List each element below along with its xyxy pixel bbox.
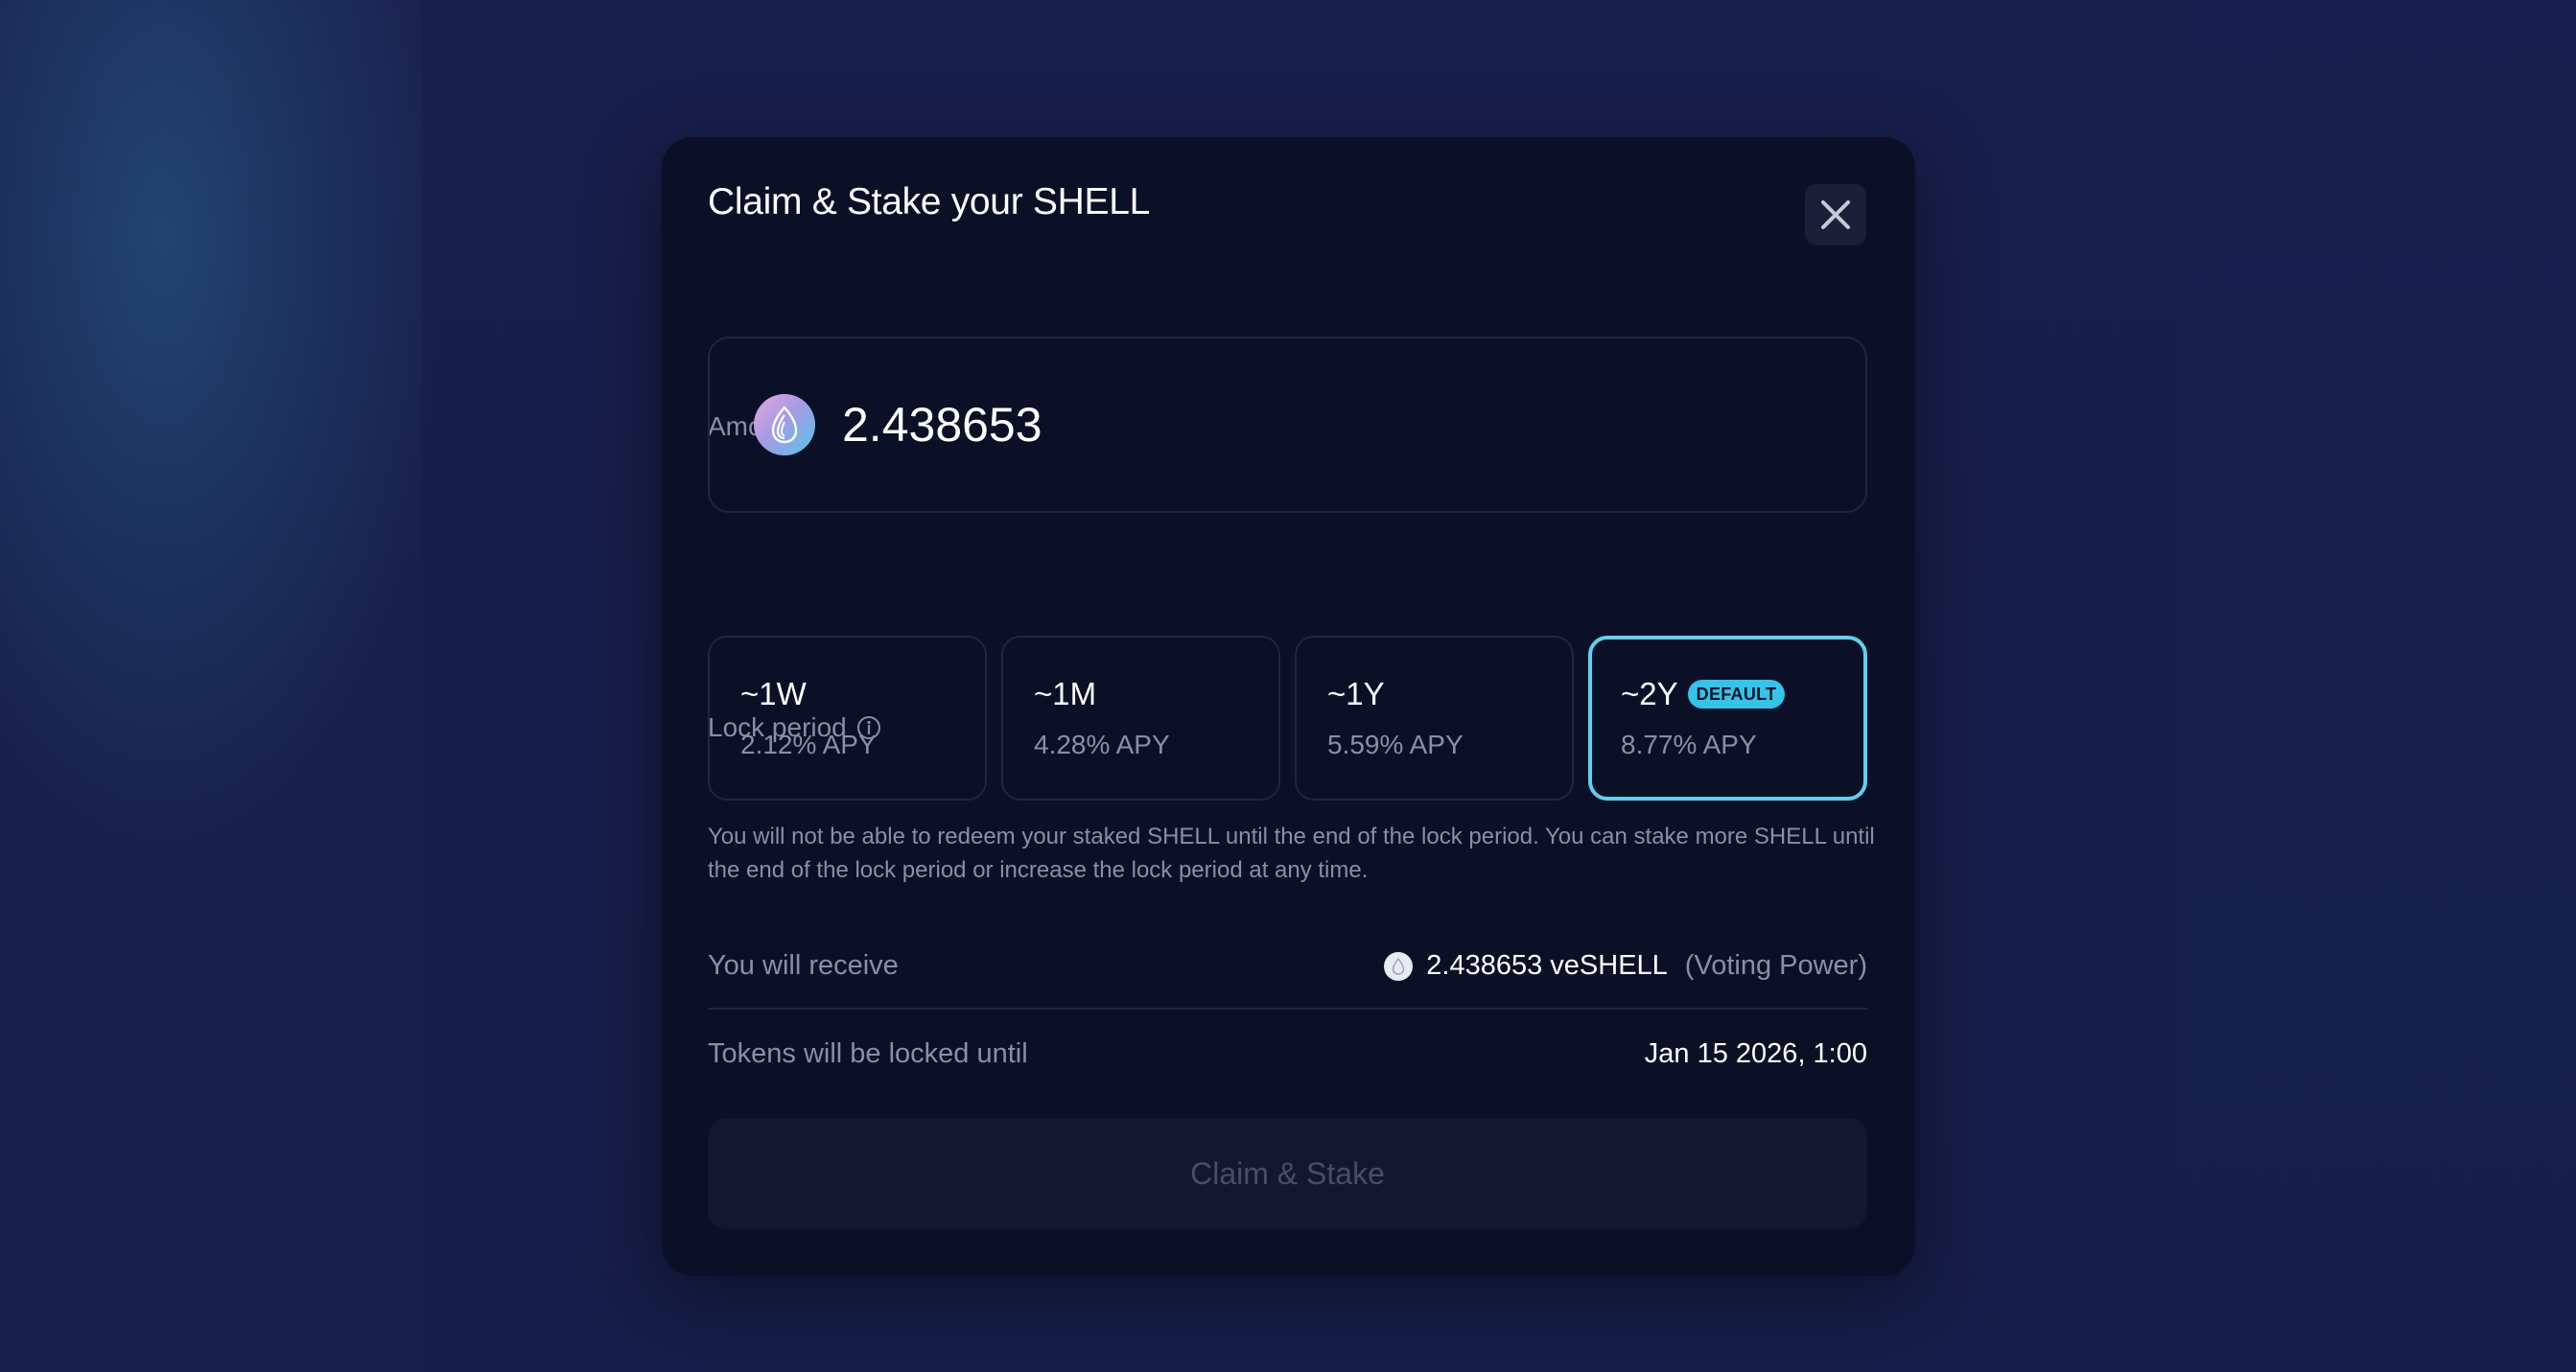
lock-option-period: ~2Y DEFAULT [1621,676,1786,712]
lock-option-apy: 4.28% APY [1034,730,1170,759]
claim-stake-button[interactable]: Claim & Stake [708,1118,1867,1229]
lock-option-apy: 2.12% APY [740,730,877,759]
veshell-token-icon [1384,951,1414,981]
lock-option-apy: 5.59% APY [1327,730,1464,759]
amount-field-inner [708,337,1867,513]
locked-until-date: Jan 15 2026, 1:00 [1644,1037,1867,1069]
lock-option-apy: 8.77% APY [1621,730,1757,759]
lock-period-options: ~1W 2.12% APY ~1M 4.28% APY ~1Y 5.59% AP… [708,636,1870,801]
amount-input[interactable] [842,386,1801,463]
lock-option-1m[interactable]: ~1M 4.28% APY [1001,636,1280,801]
lock-option-period-text: ~1Y [1327,676,1385,711]
receive-value: 2.438653 veSHELL (Voting Power) [1384,950,1867,982]
locked-until-row: Tokens will be locked until Jan 15 2026,… [708,1025,1867,1082]
default-badge: DEFAULT [1687,680,1786,709]
lock-period-note: You will not be able to redeem your stak… [708,824,1875,883]
receive-suffix: (Voting Power) [1684,950,1867,981]
close-button[interactable] [1805,184,1866,245]
blurred-background-side [2177,0,2576,1372]
receive-row: You will receive 2.438653 veSHELL (Votin… [708,939,1867,1010]
modal-title: Claim & Stake your SHELL [708,181,1150,222]
shell-token-icon [754,394,815,455]
lock-option-1w[interactable]: ~1W 2.12% APY [708,636,987,801]
claim-stake-modal: Claim & Stake your SHELL Amount Lock per… [662,137,1915,1276]
lock-option-2y[interactable]: ~2Y DEFAULT 8.77% APY [1588,636,1867,801]
lock-option-period: ~1Y [1327,676,1385,712]
close-icon [1821,200,1850,229]
locked-until-label: Tokens will be locked until [708,1037,1028,1069]
receive-amount: 2.438653 veSHELL [1426,950,1668,981]
lock-option-period-text: ~1M [1034,676,1097,711]
lock-option-period: ~1W [740,676,807,712]
receive-label: You will receive [708,950,899,981]
lock-option-period: ~1M [1034,676,1096,712]
lock-option-period-text: ~1W [740,676,807,711]
lock-option-1y[interactable]: ~1Y 5.59% APY [1295,636,1574,801]
lock-option-period-text: ~2Y [1621,676,1678,711]
